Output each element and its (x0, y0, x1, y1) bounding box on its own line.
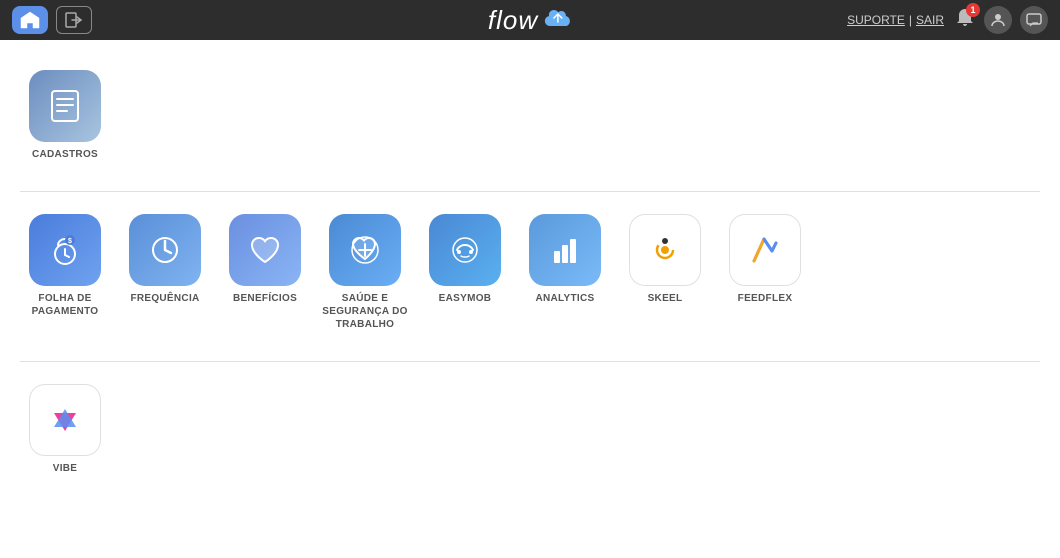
app-grid-section3: VIBE (20, 374, 1040, 485)
messages-icon[interactable] (1020, 6, 1048, 34)
logo: flow (488, 5, 572, 36)
cadastros-label: CADASTROS (32, 148, 98, 161)
app-saude[interactable]: SAÚDE ESEGURANÇA DOTRABALHO (320, 214, 410, 331)
header-icons: 1 (954, 6, 1048, 34)
app-feedflex[interactable]: FEEDFLEX (720, 214, 810, 331)
feedflex-icon (729, 214, 801, 286)
header-right: SUPORTE | SAIR 1 (847, 6, 1048, 34)
section-vibe: VIBE (20, 374, 1040, 485)
notifications-button[interactable]: 1 (954, 7, 976, 34)
feedflex-label: FEEDFLEX (738, 292, 793, 305)
vibe-label: VIBE (53, 462, 78, 475)
divider-2 (20, 361, 1040, 362)
app-analytics[interactable]: ANALYTICS (520, 214, 610, 331)
app-grid-section1: CADASTROS (20, 60, 1040, 171)
cadastros-icon (29, 70, 101, 142)
folha-icon: $ (29, 214, 101, 286)
section-main: $ FOLHA DEPAGAMENTO FREQUÊNCIA (20, 204, 1040, 341)
easymob-icon (429, 214, 501, 286)
folha-label: FOLHA DEPAGAMENTO (32, 292, 99, 318)
beneficios-icon (229, 214, 301, 286)
header-left (12, 6, 92, 34)
app-folha[interactable]: $ FOLHA DEPAGAMENTO (20, 214, 110, 331)
skeel-icon (629, 214, 701, 286)
analytics-icon (529, 214, 601, 286)
app-easymob[interactable]: EASYMOB (420, 214, 510, 331)
logo-text: flow (488, 5, 538, 36)
section-cadastros: CADASTROS (20, 60, 1040, 171)
notification-badge: 1 (966, 3, 980, 17)
saude-icon (329, 214, 401, 286)
logo-cloud-icon (544, 8, 572, 33)
svg-text:$: $ (68, 238, 72, 245)
frequencia-label: FREQUÊNCIA (130, 292, 199, 305)
separator: | (909, 13, 912, 27)
app-beneficios[interactable]: BENEFÍCIOS (220, 214, 310, 331)
sair-link[interactable]: SAIR (916, 13, 944, 27)
beneficios-label: BENEFÍCIOS (233, 292, 297, 305)
saude-label: SAÚDE ESEGURANÇA DOTRABALHO (322, 292, 407, 331)
header-links: SUPORTE | SAIR (847, 13, 944, 27)
app-skeel[interactable]: SKEEL (620, 214, 710, 331)
vibe-icon (29, 384, 101, 456)
app-grid-section2: $ FOLHA DEPAGAMENTO FREQUÊNCIA (20, 204, 1040, 341)
app-cadastros[interactable]: CADASTROS (20, 70, 110, 161)
skeel-label: SKEEL (648, 292, 683, 305)
easymob-label: EASYMOB (439, 292, 492, 305)
exit-button[interactable] (56, 6, 92, 34)
header: flow SUPORTE | SAIR 1 (0, 0, 1060, 40)
frequencia-icon (129, 214, 201, 286)
divider-1 (20, 191, 1040, 192)
analytics-label: ANALYTICS (535, 292, 594, 305)
home-button[interactable] (12, 6, 48, 34)
app-vibe[interactable]: VIBE (20, 384, 110, 475)
app-frequencia[interactable]: FREQUÊNCIA (120, 214, 210, 331)
suporte-link[interactable]: SUPORTE (847, 13, 905, 27)
user-avatar[interactable] (984, 6, 1012, 34)
main-content: CADASTROS $ FOLHA DEPAGAMENTO (0, 40, 1060, 558)
